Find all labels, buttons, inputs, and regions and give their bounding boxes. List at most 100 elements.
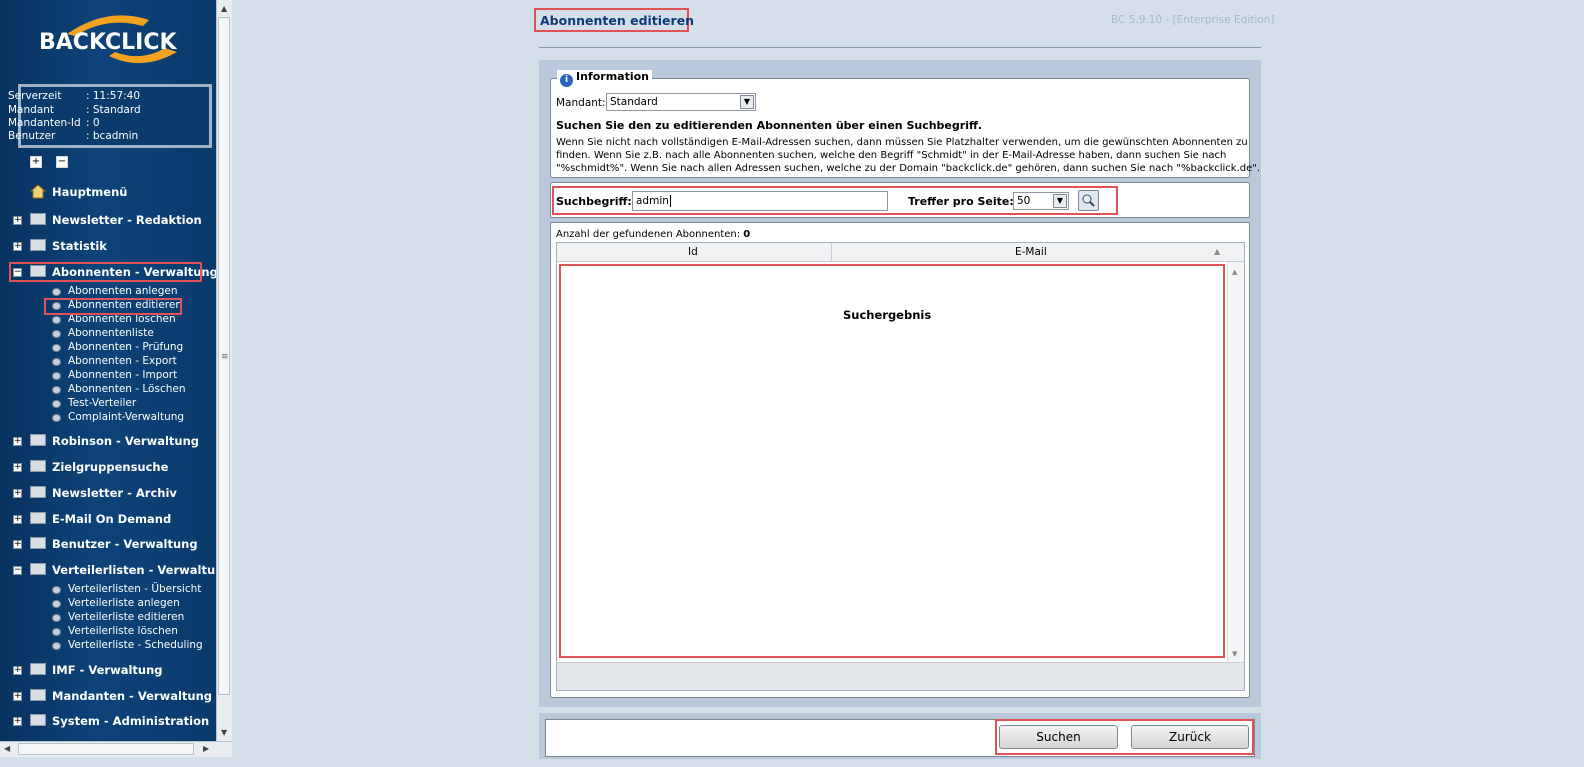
nav-email-on-demand[interactable]: E-Mail On Demand — [52, 512, 171, 526]
expand-icon[interactable]: + — [13, 515, 22, 524]
grid-vertical-scrollbar[interactable] — [1227, 262, 1244, 662]
item-bullet-icon — [52, 586, 61, 594]
nav-abonnenten-anlegen[interactable]: Abonnenten anlegen — [68, 285, 178, 297]
search-result-label: Suchergebnis — [843, 308, 932, 322]
expand-icon[interactable]: + — [13, 540, 22, 549]
horizontal-scroll-thumb[interactable] — [18, 743, 194, 755]
nav-verteilerliste-editieren[interactable]: Verteilerliste editieren — [68, 611, 184, 623]
info-benutzer: Benutzer: bcadmin — [8, 130, 139, 142]
chevron-down-icon[interactable]: ▼ — [1053, 194, 1067, 208]
nav-zielgruppensuche[interactable]: Zielgruppensuche — [52, 460, 168, 474]
grid-footer — [557, 662, 1244, 690]
scroll-right-icon[interactable]: ▶ — [203, 744, 209, 753]
expand-all-icon[interactable]: + — [30, 156, 42, 168]
info-mandant: Mandant: Standard — [8, 104, 141, 116]
scroll-down-icon[interactable]: ▼ — [221, 728, 227, 737]
nav-verteilerliste-scheduling[interactable]: Verteilerliste - Scheduling — [68, 639, 203, 651]
search-magnifier-button[interactable] — [1078, 190, 1099, 211]
instruction-line-1: Wenn Sie nicht nach vollständigen E-Mail… — [556, 137, 1248, 148]
logo-text: BACKCLICK — [39, 30, 177, 55]
expand-icon[interactable]: + — [13, 489, 22, 498]
nav-abonnenten-editieren[interactable]: Abonnenten editieren — [68, 299, 182, 311]
nav-abonnenten-export[interactable]: Abonnenten - Export — [68, 355, 177, 367]
instruction-line-3: "%schmidt%". Wenn Sie nach allen Adresse… — [556, 163, 1261, 174]
scroll-up-icon[interactable]: ▲ — [1232, 268, 1237, 276]
item-bullet-icon — [52, 358, 61, 366]
info-icon: i — [560, 74, 573, 87]
item-bullet-icon — [52, 316, 61, 324]
scroll-down-icon[interactable]: ▼ — [1232, 650, 1237, 658]
folder-icon — [30, 537, 46, 549]
folder-icon — [30, 213, 46, 225]
expand-icon[interactable]: + — [13, 692, 22, 701]
grid-header — [557, 243, 1244, 262]
nav-abonnentenliste[interactable]: Abonnentenliste — [68, 327, 154, 339]
title-divider — [539, 47, 1261, 48]
search-input[interactable]: admin — [632, 191, 888, 211]
suchen-button[interactable]: Suchen — [999, 725, 1118, 749]
scroll-left-icon[interactable]: ◀ — [4, 744, 10, 753]
nav-abonnenten-import[interactable]: Abonnenten - Import — [68, 369, 177, 381]
nav-test-verteiler[interactable]: Test-Verteiler — [68, 397, 136, 409]
expand-icon[interactable]: + — [13, 666, 22, 675]
nav-abonnenten-loeschen[interactable]: Abonnenten löschen — [68, 313, 176, 325]
mandant-select[interactable]: Standard ▼ — [606, 93, 756, 111]
expand-icon[interactable]: + — [13, 463, 22, 472]
collapse-icon[interactable]: − — [13, 268, 22, 277]
column-header-email[interactable]: E-Mail — [1015, 246, 1047, 258]
expand-icon[interactable]: + — [13, 717, 22, 726]
per-page-select[interactable]: 50 ▼ — [1013, 192, 1069, 210]
collapse-all-icon[interactable]: − — [56, 156, 68, 168]
folder-icon — [30, 486, 46, 498]
chevron-down-icon[interactable]: ▼ — [740, 95, 754, 109]
nav-benutzer-verwaltung[interactable]: Benutzer - Verwaltung — [52, 537, 198, 551]
nav-verteilerliste-loeschen[interactable]: Verteilerliste löschen — [68, 625, 178, 637]
scroll-grip-icon: ≡ — [221, 352, 229, 362]
item-bullet-icon — [52, 628, 61, 636]
expand-icon[interactable]: + — [13, 437, 22, 446]
nav-mandanten-verwaltung[interactable]: Mandanten - Verwaltung — [52, 689, 212, 703]
expand-icon[interactable]: + — [13, 242, 22, 251]
nav-system-administration[interactable]: System - Administration — [52, 714, 209, 728]
item-bullet-icon — [52, 386, 61, 394]
nav-verteilerlisten-uebersicht[interactable]: Verteilerlisten - Übersicht — [68, 583, 201, 595]
nav-complaint-verwaltung[interactable]: Complaint-Verwaltung — [68, 411, 184, 423]
search-result-area — [559, 264, 1225, 658]
collapse-icon[interactable]: − — [13, 566, 22, 575]
nav-statistik[interactable]: Statistik — [52, 239, 107, 253]
scroll-up-icon[interactable]: ▲ — [221, 4, 227, 13]
nav-abonnenten-verwaltung[interactable]: Abonnenten - Verwaltung — [52, 265, 216, 279]
expand-icon[interactable]: + — [13, 216, 22, 225]
nav-newsletter-archiv[interactable]: Newsletter - Archiv — [52, 486, 177, 500]
instruction-heading: Suchen Sie den zu editierenden Abonnente… — [556, 119, 983, 132]
column-header-id[interactable]: Id — [688, 246, 698, 258]
folder-icon — [30, 434, 46, 446]
information-legend: i Information — [557, 70, 652, 87]
folder-icon — [30, 663, 46, 675]
folder-icon — [30, 239, 46, 251]
column-separator[interactable] — [831, 243, 832, 262]
folder-icon — [30, 460, 46, 472]
folder-open-icon — [30, 265, 46, 277]
folder-open-icon — [30, 563, 46, 575]
folder-icon — [30, 689, 46, 701]
nav-verteilerlisten-verwaltung[interactable]: Verteilerlisten - Verwaltung — [52, 563, 216, 577]
nav-abonnenten-pruefung[interactable]: Abonnenten - Prüfung — [68, 341, 183, 353]
version-label: BC 5.9.10 - [Enterprise Edition] — [1111, 14, 1275, 26]
nav-abonnenten-loeschen-2[interactable]: Abonnenten - Löschen — [68, 383, 186, 395]
page-title: Abonnenten editieren — [534, 8, 694, 32]
item-bullet-icon — [52, 600, 61, 608]
item-bullet-icon — [52, 344, 61, 352]
nav-hauptmenue[interactable]: Hauptmenü — [52, 185, 127, 199]
nav-imf-verwaltung[interactable]: IMF - Verwaltung — [52, 663, 163, 677]
backclick-logo: BACKCLICK — [37, 12, 197, 72]
magnifier-icon — [1082, 194, 1095, 207]
nav-verteilerliste-anlegen[interactable]: Verteilerliste anlegen — [68, 597, 180, 609]
nav-robinson-verwaltung[interactable]: Robinson - Verwaltung — [52, 434, 199, 448]
zurueck-button[interactable]: Zurück — [1131, 725, 1249, 749]
sort-icon[interactable]: ▲ — [1214, 247, 1220, 256]
search-label: Suchbegriff: — [556, 195, 632, 208]
item-bullet-icon — [52, 330, 61, 338]
item-bullet-icon — [52, 288, 61, 296]
nav-newsletter-redaktion[interactable]: Newsletter - Redaktion — [52, 213, 202, 227]
